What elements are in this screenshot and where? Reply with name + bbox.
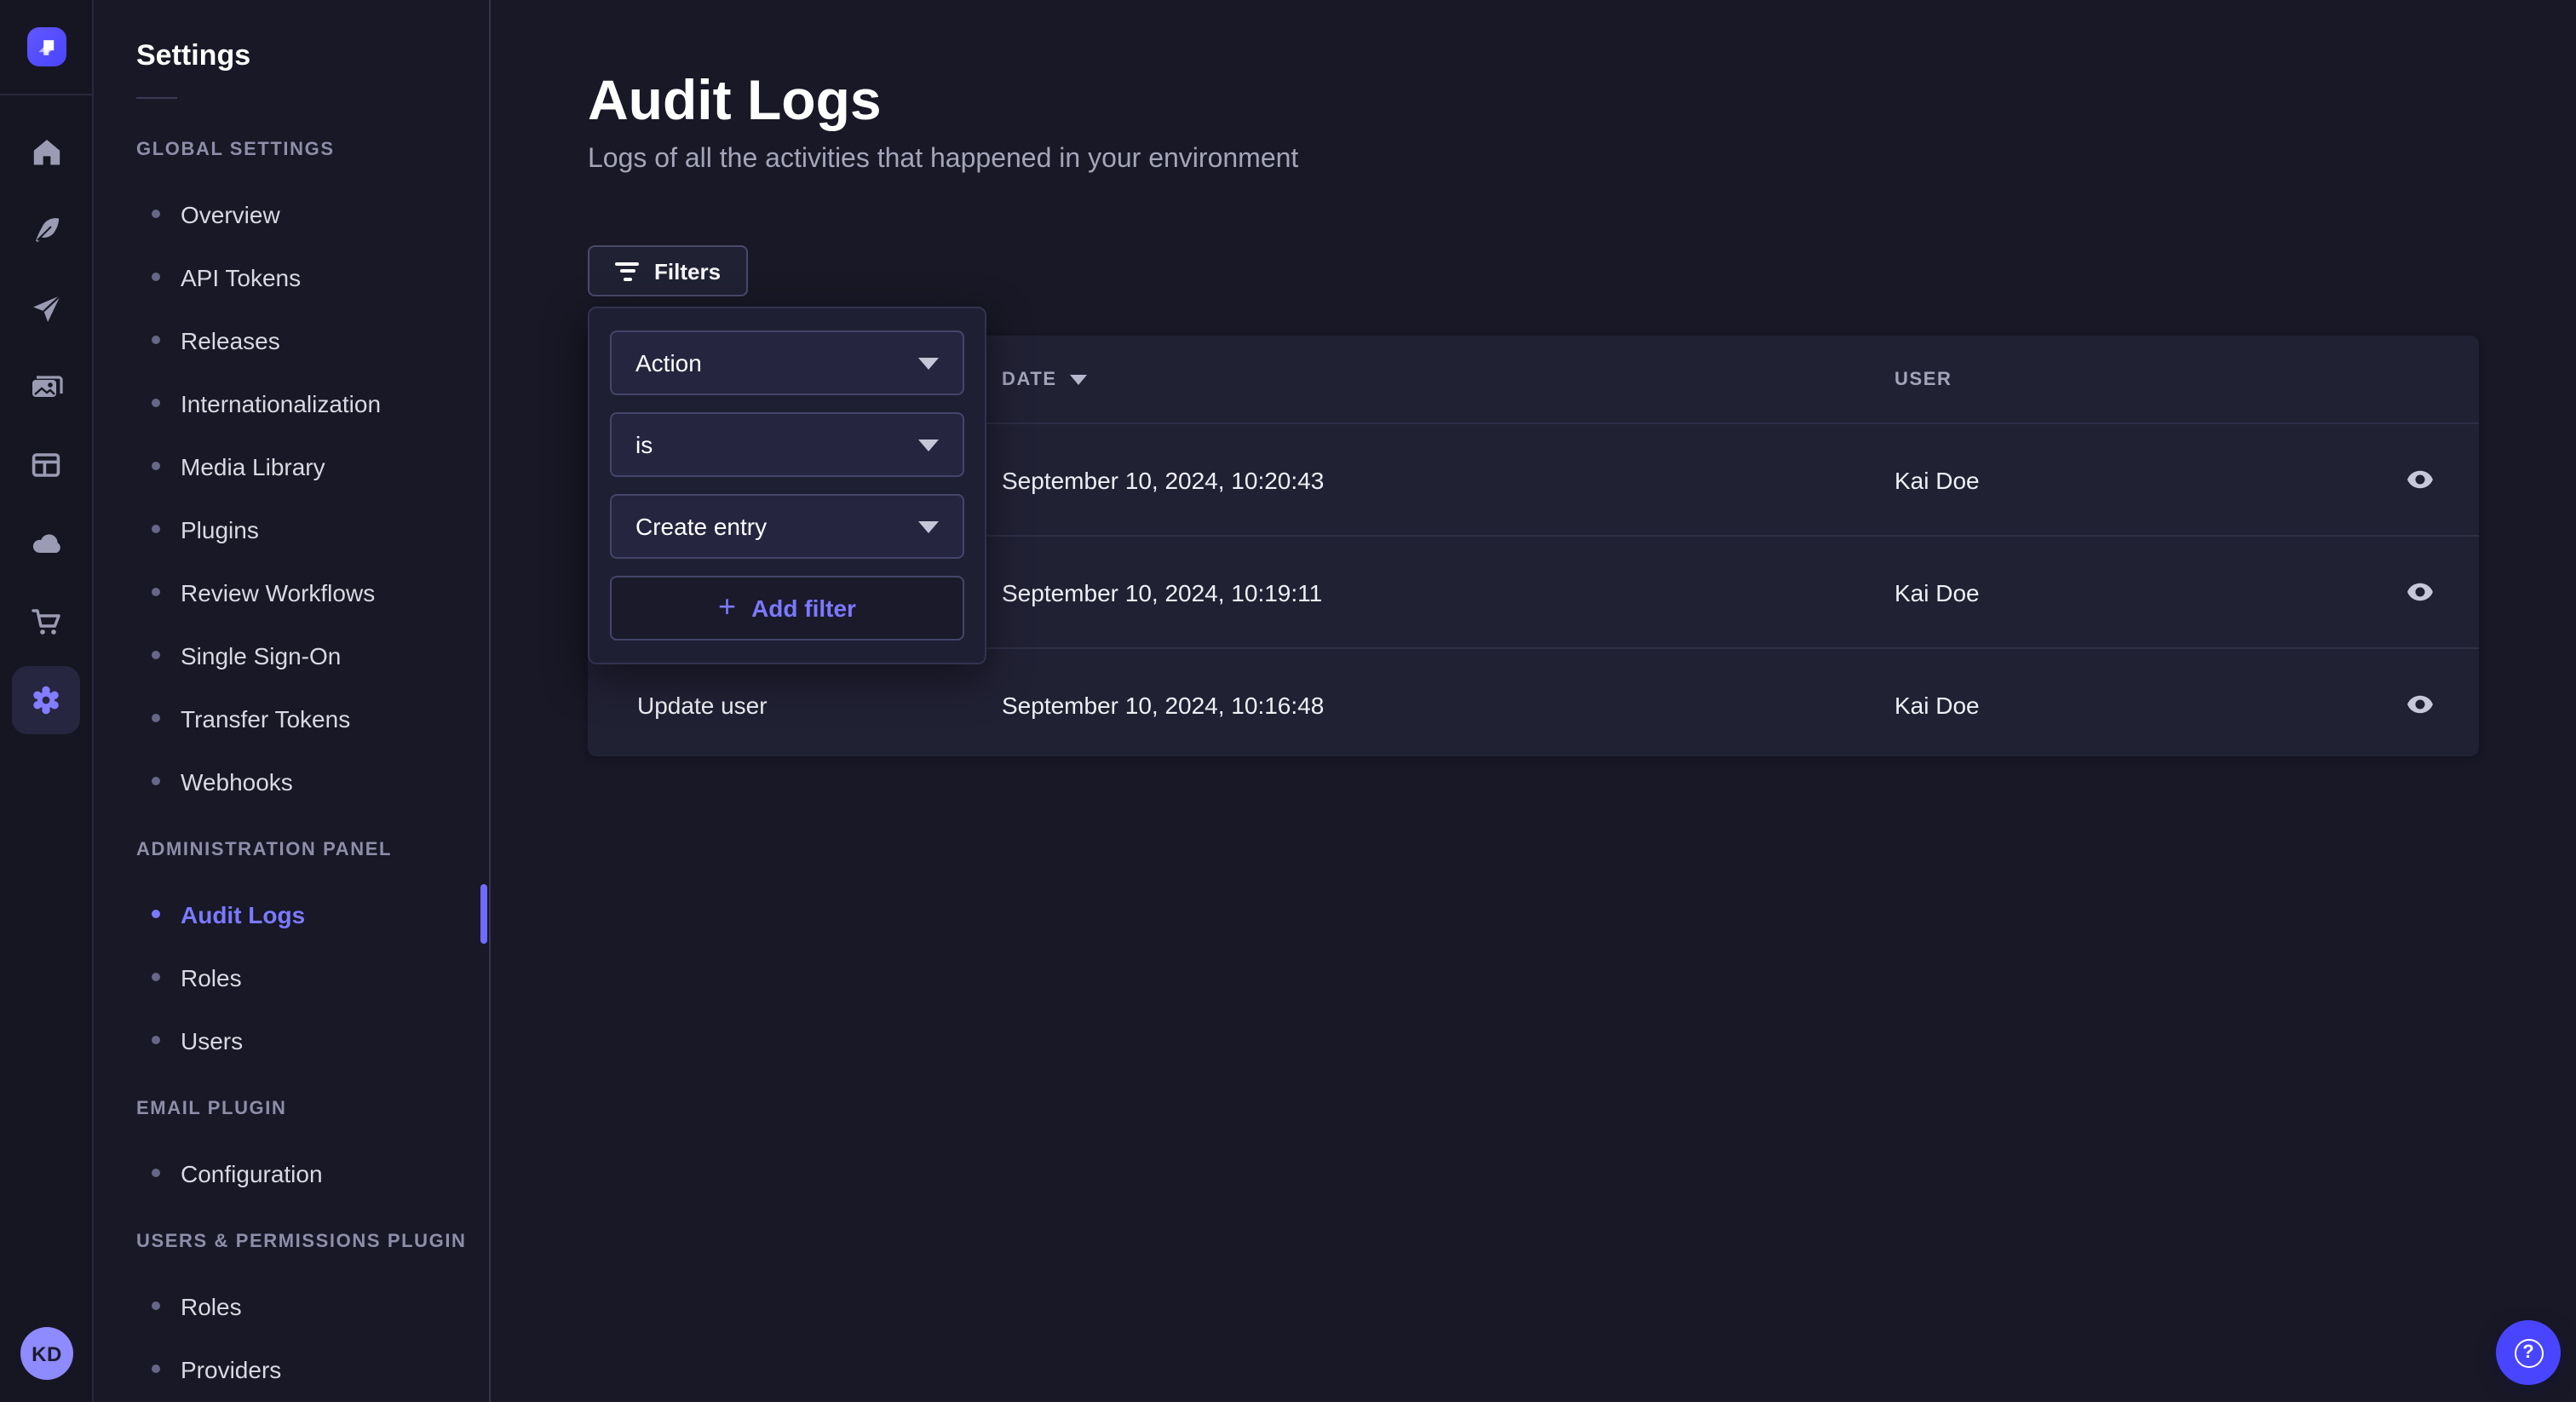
sidebar-item-overview[interactable]: Overview [94,182,489,245]
chevron-down-icon [918,520,939,532]
bullet-icon [152,973,160,981]
layout-icon[interactable] [29,448,63,482]
sidebar-item-single-sign-on[interactable]: Single Sign-On [94,623,489,687]
sidebar-item-roles-admin[interactable]: Roles [94,945,489,1008]
user-cell: Kai Doe [1895,691,2360,718]
main-content: Audit Logs Logs of all the activities th… [491,0,2576,1402]
active-item-indicator [480,884,487,944]
column-header-date[interactable]: DATE [1002,369,1895,389]
date-cell: September 10, 2024, 10:19:11 [1002,578,1895,606]
section-label-users-permissions-plugin: USERS & PERMISSIONS PLUGIN [136,1232,489,1252]
filters-button-label: Filters [654,258,721,284]
sidebar-item-audit-logs[interactable]: Audit Logs [94,882,489,945]
strapi-logo[interactable] [26,27,66,66]
bullet-icon [152,210,160,218]
question-mark-icon: ? [2514,1338,2543,1367]
filter-popover: Action is Create entry + Add filter [588,307,986,664]
sidebar-item-roles-up[interactable]: Roles [94,1274,489,1337]
section-users-permissions-plugin: Roles Providers [94,1274,489,1400]
feather-icon[interactable] [29,213,63,247]
column-header-user[interactable]: USER [1895,369,2360,389]
filter-field-select[interactable]: Action [610,330,964,395]
add-filter-button[interactable]: + Add filter [610,576,964,641]
bullet-icon [152,1301,160,1310]
sidebar-item-webhooks[interactable]: Webhooks [94,750,489,813]
bullet-icon [152,588,160,596]
settings-subnav: Settings GLOBAL SETTINGS Overview API To… [94,0,491,1402]
sidebar-item-plugins[interactable]: Plugins [94,497,489,560]
filters-button[interactable]: Filters [588,245,748,296]
bullet-icon [152,525,160,533]
filter-operator-value: is [635,431,653,458]
sidebar-item-transfer-tokens[interactable]: Transfer Tokens [94,687,489,750]
section-global-settings: Overview API Tokens Releases Internation… [94,182,489,813]
sidebar-item-users[interactable]: Users [94,1008,489,1072]
cart-icon[interactable] [29,605,63,639]
logo-cell [0,0,92,95]
sidebar-item-api-tokens[interactable]: API Tokens [94,245,489,308]
sort-desc-icon [1071,374,1088,384]
sidebar-item-media-library[interactable]: Media Library [94,434,489,497]
action-cell: Update user [588,691,1002,718]
sidebar-item-internationalization[interactable]: Internationalization [94,371,489,434]
section-label-administration-panel: ADMINISTRATION PANEL [136,840,489,860]
page-subtitle: Logs of all the activities that happened… [588,145,1298,175]
filter-value-value: Create entry [635,513,767,540]
date-cell: September 10, 2024, 10:20:43 [1002,466,1895,493]
section-administration-panel: Audit Logs Roles Users [94,882,489,1072]
add-filter-label: Add filter [751,595,856,622]
bullet-icon [152,1169,160,1177]
sidebar-item-providers[interactable]: Providers [94,1337,489,1400]
section-label-email-plugin: EMAIL PLUGIN [136,1099,489,1119]
date-cell: September 10, 2024, 10:16:48 [1002,691,1895,718]
home-icon[interactable] [29,135,63,169]
eye-icon [2405,577,2434,606]
bullet-icon [152,1365,160,1373]
view-details-button[interactable] [2392,677,2447,732]
section-label-global-settings: GLOBAL SETTINGS [136,140,489,160]
plus-icon: + [718,591,736,622]
send-icon[interactable] [29,291,63,325]
bullet-icon [152,651,160,659]
page-title: Audit Logs [588,68,882,133]
bullet-icon [152,399,160,407]
gear-icon [29,683,63,717]
user-avatar[interactable]: KD [20,1327,73,1380]
eye-icon [2405,690,2434,719]
filter-icon [615,261,639,280]
bullet-icon [152,462,160,470]
subnav-title: Settings [136,39,489,73]
media-library-icon[interactable] [29,370,63,404]
bullet-icon [152,777,160,785]
chevron-down-icon [918,439,939,451]
bullet-icon [152,1036,160,1044]
filter-value-select[interactable]: Create entry [610,494,964,559]
settings-nav-active[interactable] [12,666,80,734]
subnav-divider [136,97,177,99]
user-cell: Kai Doe [1895,578,2360,606]
bullet-icon [152,910,160,918]
chevron-down-icon [918,357,939,369]
sidebar-item-review-workflows[interactable]: Review Workflows [94,560,489,623]
sidebar-item-configuration[interactable]: Configuration [94,1141,489,1204]
main-nav-rail: KD [0,0,94,1402]
help-button[interactable]: ? [2496,1320,2561,1385]
filter-operator-select[interactable]: is [610,412,964,477]
app-window: KD Settings GLOBAL SETTINGS Overview API… [0,0,2576,1402]
bullet-icon [152,336,160,344]
bullet-icon [152,273,160,281]
section-email-plugin: Configuration [94,1141,489,1204]
view-details-button[interactable] [2392,452,2447,507]
sidebar-item-releases[interactable]: Releases [94,308,489,371]
view-details-button[interactable] [2392,565,2447,619]
cloud-icon[interactable] [29,526,63,560]
bullet-icon [152,714,160,722]
filter-field-value: Action [635,349,702,376]
eye-icon [2405,465,2434,494]
user-cell: Kai Doe [1895,466,2360,493]
